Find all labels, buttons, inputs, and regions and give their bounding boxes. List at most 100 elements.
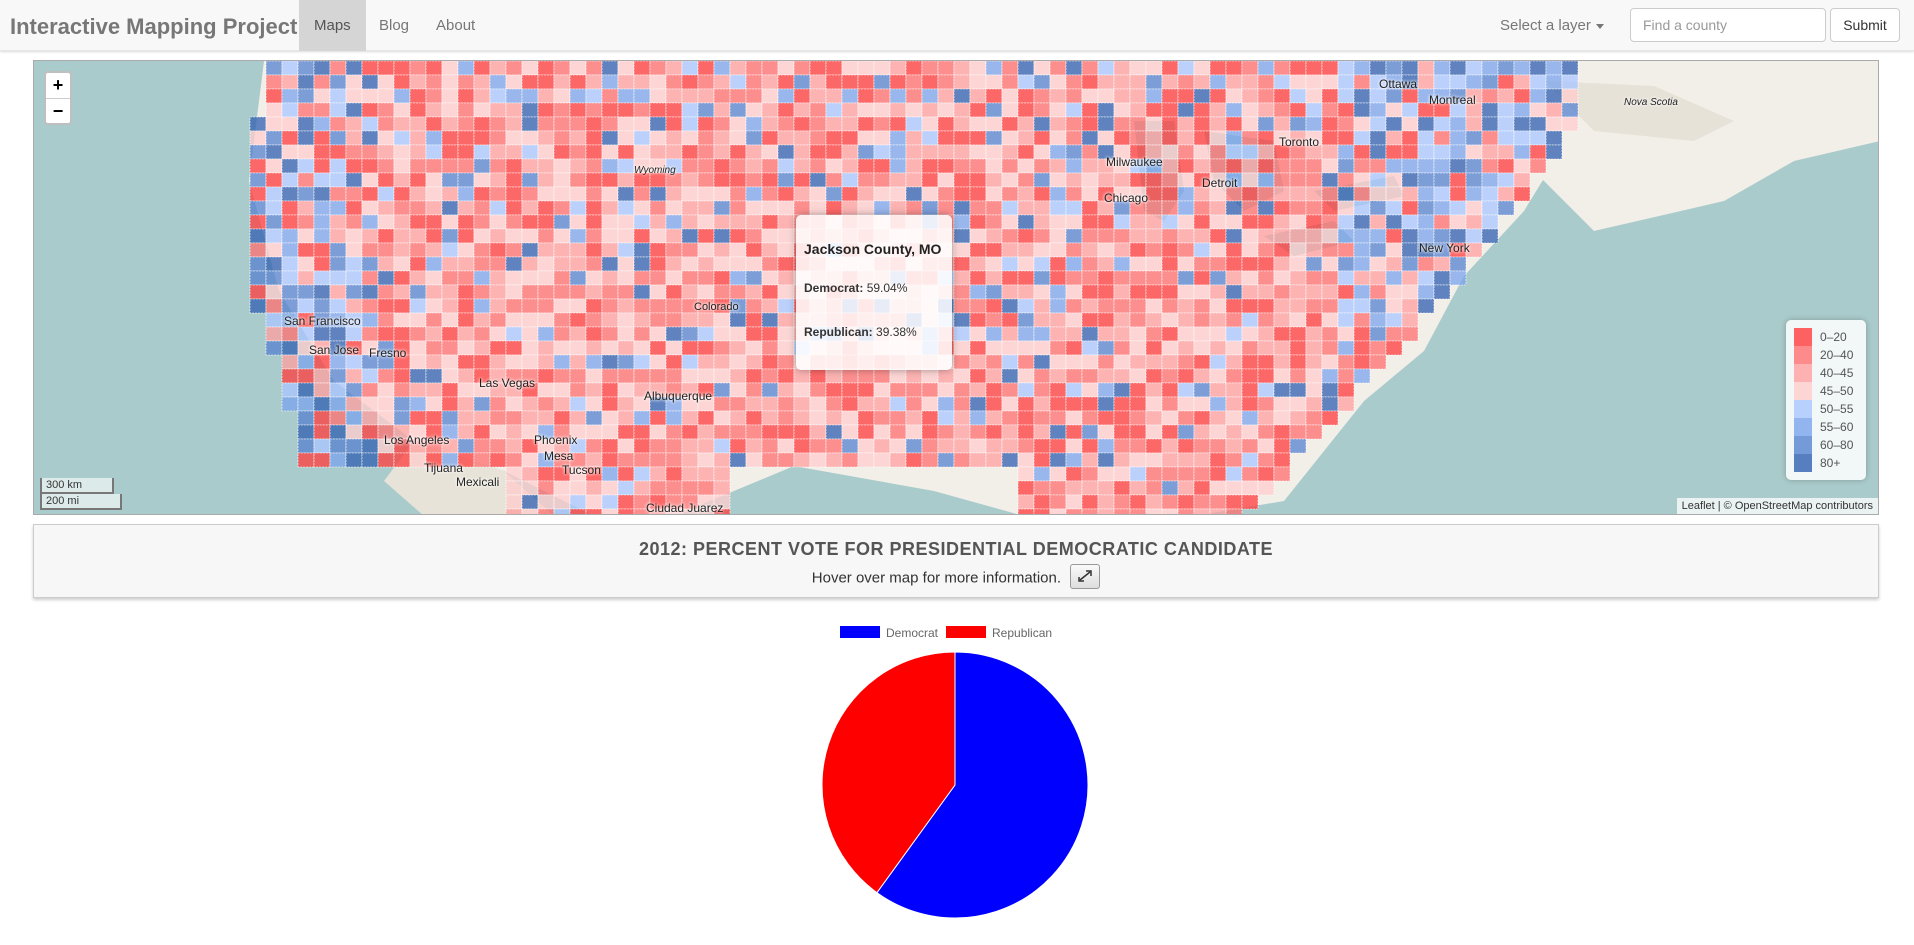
county-shape[interactable]: [1177, 242, 1195, 258]
county-shape[interactable]: [1033, 284, 1051, 300]
county-shape[interactable]: [345, 172, 363, 188]
county-shape[interactable]: [1017, 410, 1035, 426]
county-shape[interactable]: [1161, 480, 1179, 496]
county-shape[interactable]: [697, 172, 715, 188]
county-shape[interactable]: [521, 396, 539, 412]
county-shape[interactable]: [681, 326, 699, 342]
county-shape[interactable]: [713, 242, 731, 258]
county-shape[interactable]: [441, 312, 459, 328]
county-shape[interactable]: [1305, 228, 1323, 244]
county-shape[interactable]: [777, 298, 795, 314]
county-shape[interactable]: [1545, 144, 1563, 160]
county-shape[interactable]: [265, 172, 283, 188]
county-shape[interactable]: [1113, 256, 1131, 272]
county-shape[interactable]: [585, 340, 603, 356]
county-shape[interactable]: [505, 326, 523, 342]
county-shape[interactable]: [585, 256, 603, 272]
county-shape[interactable]: [985, 200, 1003, 216]
county-shape[interactable]: [1513, 172, 1531, 188]
county-shape[interactable]: [649, 368, 667, 384]
county-shape[interactable]: [937, 424, 955, 440]
county-shape[interactable]: [1049, 88, 1067, 104]
county-shape[interactable]: [713, 172, 731, 188]
county-shape[interactable]: [1321, 186, 1339, 202]
county-shape[interactable]: [249, 284, 267, 300]
county-shape[interactable]: [329, 438, 347, 454]
county-shape[interactable]: [617, 200, 635, 216]
county-shape[interactable]: [1017, 74, 1035, 90]
county-shape[interactable]: [569, 214, 587, 230]
county-shape[interactable]: [1001, 158, 1019, 174]
county-shape[interactable]: [1305, 158, 1323, 174]
county-shape[interactable]: [793, 74, 811, 90]
county-shape[interactable]: [1337, 61, 1355, 76]
county-shape[interactable]: [489, 242, 507, 258]
county-shape[interactable]: [1049, 256, 1067, 272]
county-shape[interactable]: [953, 382, 971, 398]
county-shape[interactable]: [1513, 116, 1531, 132]
county-shape[interactable]: [1257, 270, 1275, 286]
county-shape[interactable]: [617, 214, 635, 230]
county-shape[interactable]: [329, 354, 347, 370]
county-shape[interactable]: [1241, 256, 1259, 272]
county-shape[interactable]: [377, 172, 395, 188]
county-shape[interactable]: [841, 88, 859, 104]
county-shape[interactable]: [1033, 494, 1051, 510]
county-shape[interactable]: [681, 256, 699, 272]
county-shape[interactable]: [585, 298, 603, 314]
county-shape[interactable]: [809, 88, 827, 104]
county-shape[interactable]: [1113, 480, 1131, 496]
county-shape[interactable]: [1273, 270, 1291, 286]
county-shape[interactable]: [697, 312, 715, 328]
county-shape[interactable]: [873, 396, 891, 412]
county-shape[interactable]: [297, 382, 315, 398]
county-shape[interactable]: [1497, 74, 1515, 90]
county-shape[interactable]: [1209, 144, 1227, 160]
county-shape[interactable]: [1113, 102, 1131, 118]
county-shape[interactable]: [457, 396, 475, 412]
county-shape[interactable]: [1369, 200, 1387, 216]
county-shape[interactable]: [1321, 88, 1339, 104]
county-shape[interactable]: [345, 102, 363, 118]
county-shape[interactable]: [633, 452, 651, 468]
county-shape[interactable]: [265, 312, 283, 328]
county-shape[interactable]: [361, 61, 379, 76]
county-shape[interactable]: [1065, 396, 1083, 412]
county-shape[interactable]: [617, 368, 635, 384]
county-shape[interactable]: [1113, 438, 1131, 454]
county-shape[interactable]: [681, 410, 699, 426]
county-shape[interactable]: [761, 256, 779, 272]
county-shape[interactable]: [1113, 508, 1131, 515]
county-shape[interactable]: [601, 102, 619, 118]
county-shape[interactable]: [1385, 130, 1403, 146]
county-shape[interactable]: [697, 410, 715, 426]
county-shape[interactable]: [585, 508, 603, 515]
county-shape[interactable]: [457, 102, 475, 118]
county-shape[interactable]: [521, 410, 539, 426]
county-shape[interactable]: [409, 312, 427, 328]
county-shape[interactable]: [921, 396, 939, 412]
county-shape[interactable]: [1033, 172, 1051, 188]
county-shape[interactable]: [345, 130, 363, 146]
county-shape[interactable]: [425, 186, 443, 202]
county-shape[interactable]: [537, 494, 555, 510]
county-shape[interactable]: [745, 256, 763, 272]
county-shape[interactable]: [1145, 396, 1163, 412]
county-shape[interactable]: [585, 410, 603, 426]
county-shape[interactable]: [1033, 116, 1051, 132]
county-shape[interactable]: [969, 214, 987, 230]
county-shape[interactable]: [1193, 508, 1211, 515]
county-shape[interactable]: [505, 102, 523, 118]
county-shape[interactable]: [665, 438, 683, 454]
county-shape[interactable]: [745, 102, 763, 118]
county-shape[interactable]: [953, 144, 971, 160]
county-shape[interactable]: [777, 158, 795, 174]
county-shape[interactable]: [1161, 396, 1179, 412]
county-shape[interactable]: [1193, 494, 1211, 510]
county-shape[interactable]: [457, 368, 475, 384]
county-shape[interactable]: [601, 466, 619, 482]
county-shape[interactable]: [1401, 298, 1419, 314]
county-shape[interactable]: [1289, 326, 1307, 342]
county-shape[interactable]: [1241, 396, 1259, 412]
county-shape[interactable]: [585, 186, 603, 202]
